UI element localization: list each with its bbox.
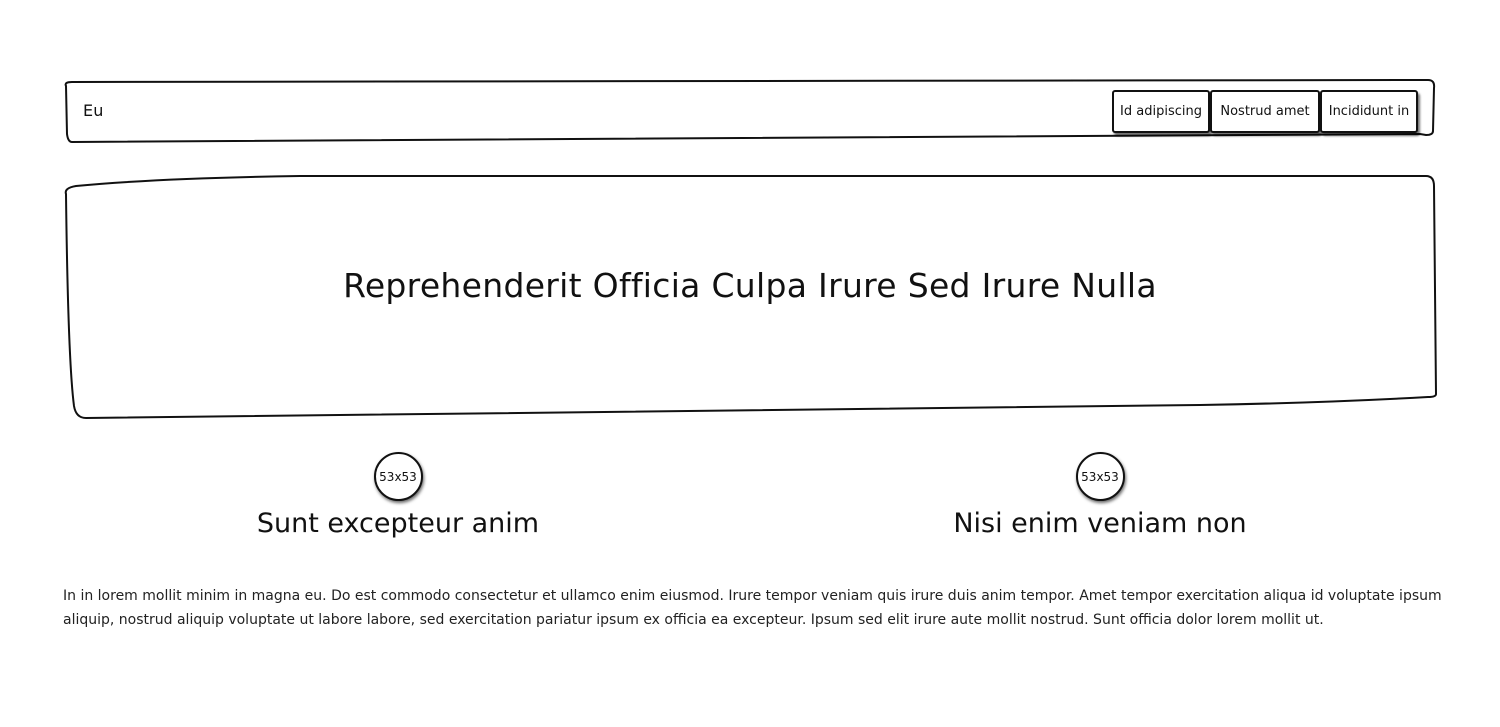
feature-title: Nisi enim veniam non <box>953 508 1247 539</box>
feature-image-placeholder: 53x53 <box>1075 452 1125 501</box>
feature-card: 53x53 Nisi enim veniam non <box>890 452 1310 543</box>
nav-brand[interactable]: Eu <box>83 101 104 120</box>
feature-title: Sunt excepteur anim <box>256 508 540 539</box>
nav-link-id-adipiscing[interactable]: Id adipiscing <box>1112 90 1210 133</box>
feature-image-placeholder: 53x53 <box>373 452 423 501</box>
page: Eu Id adipiscing Nostrud amet Incididunt… <box>0 0 1500 727</box>
feature-card: 53x53 Sunt excepteur anim <box>188 452 608 543</box>
nav-link-nostrud-amet[interactable]: Nostrud amet <box>1210 90 1320 133</box>
body-paragraph: In in lorem mollit minim in magna eu. Do… <box>63 588 1442 628</box>
nav-link-incididunt-in[interactable]: Incididunt in <box>1320 90 1418 133</box>
nav-links: Id adipiscing Nostrud amet Incididunt in <box>1112 90 1418 133</box>
hero-title: Reprehenderit Officia Culpa Irure Sed Ir… <box>343 266 1157 305</box>
